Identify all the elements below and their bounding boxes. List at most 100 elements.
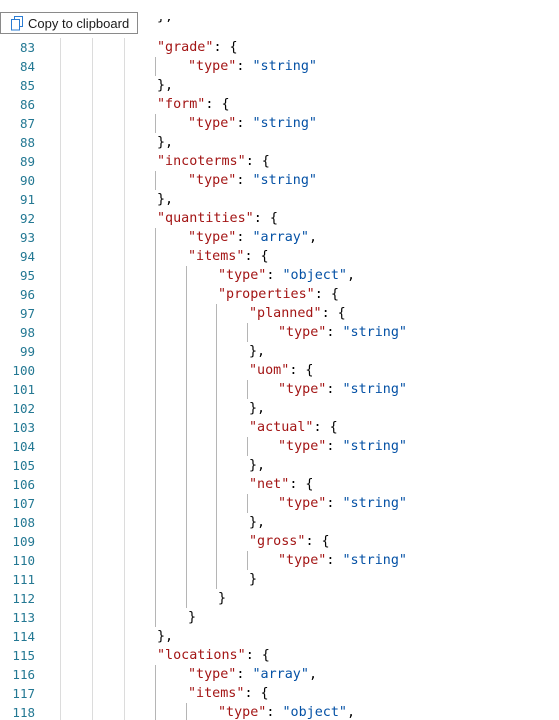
- indent-guide: [186, 399, 187, 418]
- json-key: "actual": [249, 420, 314, 435]
- indent-guide: [155, 342, 156, 361]
- indent-guide: [60, 76, 61, 95]
- indent-guide: [155, 513, 156, 532]
- code-line: 108},: [0, 513, 559, 532]
- code-text: }: [218, 589, 226, 608]
- indent-guide: [216, 494, 217, 513]
- copy-to-clipboard-button[interactable]: Copy to clipboard: [0, 12, 138, 34]
- indent-guide: [155, 247, 156, 266]
- indent-guide: [60, 342, 61, 361]
- indent-guide: [92, 380, 93, 399]
- indent-guide: [124, 418, 125, 437]
- indent-guide: [124, 589, 125, 608]
- line-number: 101: [12, 382, 35, 397]
- indent-guide: [124, 342, 125, 361]
- json-punctuation: },: [249, 344, 266, 359]
- indent-guide: [186, 494, 187, 513]
- indent-guide: [124, 551, 125, 570]
- indent-guide: [124, 665, 125, 684]
- indent-guide: [60, 323, 61, 342]
- code-editor[interactable]: 82},83"grade": {84"type": "string"85},86…: [0, 0, 559, 720]
- line-number: 103: [12, 420, 35, 435]
- indent-guide: [155, 399, 156, 418]
- indent-guide: [92, 342, 93, 361]
- indent-guide: [92, 171, 93, 190]
- indent-guide: [60, 361, 61, 380]
- indent-guide: [124, 494, 125, 513]
- code-line: 90 "type": "string": [0, 171, 559, 190]
- line-number: 100: [12, 363, 35, 378]
- code-line: 105},: [0, 456, 559, 475]
- indent-guide: [186, 304, 187, 323]
- indent-guide: [216, 361, 217, 380]
- json-string: "string": [342, 439, 408, 454]
- json-punctuation: },: [249, 401, 266, 416]
- json-punctuation: :: [236, 59, 253, 74]
- line-number: 96: [19, 287, 35, 302]
- indent-guide: [92, 532, 93, 551]
- json-punctuation: : {: [313, 420, 338, 435]
- indent-guide: [216, 380, 217, 399]
- indent-guide: [124, 608, 125, 627]
- code-line: 111}: [0, 570, 559, 589]
- code-text: "type": "string": [278, 494, 407, 513]
- indent-guide: [186, 361, 187, 380]
- code-line: 109 "gross": {: [0, 532, 559, 551]
- line-number: 111: [12, 572, 35, 587]
- indent-guide: [92, 418, 93, 437]
- indent-guide: [124, 532, 125, 551]
- indent-guide: [60, 437, 61, 456]
- indent-guide: [216, 437, 217, 456]
- code-line: 85},: [0, 76, 559, 95]
- json-punctuation: :: [326, 439, 343, 454]
- line-number: 95: [19, 268, 35, 283]
- json-punctuation: },: [157, 78, 174, 93]
- json-key: "type": [188, 116, 237, 131]
- json-key: "type": [188, 59, 237, 74]
- code-text: },: [157, 627, 173, 646]
- indent-guide: [60, 247, 61, 266]
- indent-guide: [155, 171, 156, 190]
- code-text: "type": "object",: [218, 703, 355, 720]
- indent-guide: [155, 266, 156, 285]
- indent-guide: [186, 532, 187, 551]
- indent-guide: [92, 285, 93, 304]
- json-key: "properties": [218, 287, 315, 302]
- line-number: 99: [19, 344, 35, 359]
- indent-guide: [60, 285, 61, 304]
- indent-guide: [60, 266, 61, 285]
- indent-guide: [155, 570, 156, 589]
- code-line: 115 "locations": {: [0, 646, 559, 665]
- indent-guide: [92, 266, 93, 285]
- json-punctuation: : {: [205, 97, 230, 112]
- code-line: 110 "type": "string": [0, 551, 559, 570]
- json-key: "net": [249, 477, 290, 492]
- indent-guide: [155, 608, 156, 627]
- code-line: 91},: [0, 190, 559, 209]
- code-line: 102},: [0, 399, 559, 418]
- indent-guide: [124, 380, 125, 399]
- indent-guide: [155, 361, 156, 380]
- indent-guide: [155, 456, 156, 475]
- indent-guide: [216, 551, 217, 570]
- json-punctuation: :: [266, 268, 283, 283]
- json-punctuation: : {: [289, 363, 314, 378]
- indent-guide: [186, 570, 187, 589]
- code-line: 86 "form": {: [0, 95, 559, 114]
- json-punctuation: : {: [305, 534, 330, 549]
- code-text: },: [157, 76, 173, 95]
- code-line: 103 "actual": {: [0, 418, 559, 437]
- indent-guide: [186, 266, 187, 285]
- indent-guide: [124, 209, 125, 228]
- code-text: "type": "string": [278, 380, 407, 399]
- code-text: "properties": {: [218, 285, 339, 304]
- indent-guide: [124, 399, 125, 418]
- code-line: 93 "type": "array",: [0, 228, 559, 247]
- line-number: 102: [12, 401, 35, 416]
- json-punctuation: },: [157, 629, 174, 644]
- code-text: "uom": {: [249, 361, 314, 380]
- indent-guide: [247, 494, 248, 513]
- indent-guide: [155, 437, 156, 456]
- json-punctuation: },: [249, 458, 266, 473]
- line-number: 107: [12, 496, 35, 511]
